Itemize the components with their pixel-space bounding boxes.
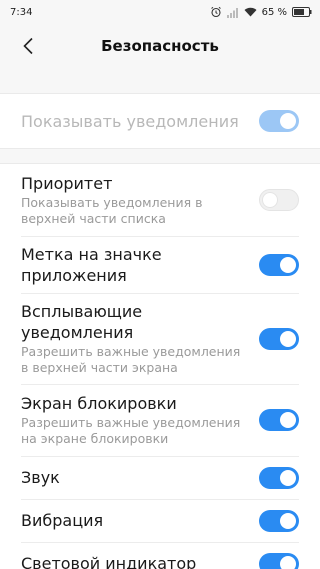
badge-toggle[interactable] (259, 253, 299, 276)
wifi-icon (244, 7, 257, 17)
setting-subtitle: Показывать уведомления в верхней части с… (21, 195, 203, 226)
header: Безопасность (0, 24, 320, 68)
sound-toggle[interactable] (259, 466, 299, 489)
setting-row-led[interactable]: Световой индикатор (0, 542, 320, 569)
signal-icon (226, 7, 239, 18)
show-notifications-label: Показывать уведомления (21, 111, 239, 131)
status-bar: 7:34 65 % (0, 0, 320, 24)
show-notifications-toggle[interactable] (259, 110, 299, 132)
popup-toggle[interactable] (259, 327, 299, 350)
setting-subtitle: Разрешить важные уведомления на экране б… (21, 415, 241, 446)
main-toggle-group: Показывать уведомления (0, 93, 320, 149)
battery-icon (292, 7, 312, 17)
setting-row-sound[interactable]: Звук (0, 456, 320, 499)
setting-title: Экран блокировки (21, 394, 177, 413)
battery-percent: 65 % (261, 6, 287, 18)
setting-row-priority[interactable]: Приоритет Показывать уведомления в верхн… (0, 164, 320, 236)
setting-row-vibration[interactable]: Вибрация (0, 499, 320, 542)
show-notifications-row[interactable]: Показывать уведомления (0, 94, 320, 148)
setting-title: Приоритет (21, 174, 113, 193)
back-arrow-icon (23, 37, 33, 55)
priority-toggle[interactable] (259, 189, 299, 211)
setting-title: Всплывающие уведомления (21, 302, 143, 342)
status-time: 7:34 (10, 6, 33, 18)
setting-row-badge[interactable]: Метка на значке приложения (0, 236, 320, 293)
setting-title: Метка на значке приложения (21, 244, 162, 285)
page-title: Безопасность (101, 37, 219, 55)
setting-row-lockscreen[interactable]: Экран блокировки Разрешить важные уведом… (0, 384, 320, 456)
vibration-toggle[interactable] (259, 509, 299, 532)
setting-subtitle: Разрешить важные уведомления в верхней ч… (21, 344, 241, 375)
setting-title: Световой индикатор (21, 554, 197, 569)
setting-title: Вибрация (21, 511, 104, 530)
alarm-icon (210, 6, 222, 18)
settings-group: Приоритет Показывать уведомления в верхн… (0, 163, 320, 569)
setting-title: Звук (21, 468, 60, 487)
back-button[interactable] (16, 34, 40, 58)
led-toggle[interactable] (259, 552, 299, 569)
status-icons: 65 % (210, 6, 312, 18)
setting-row-popup[interactable]: Всплывающие уведомления Разрешить важные… (0, 293, 320, 384)
lockscreen-toggle[interactable] (259, 409, 299, 431)
